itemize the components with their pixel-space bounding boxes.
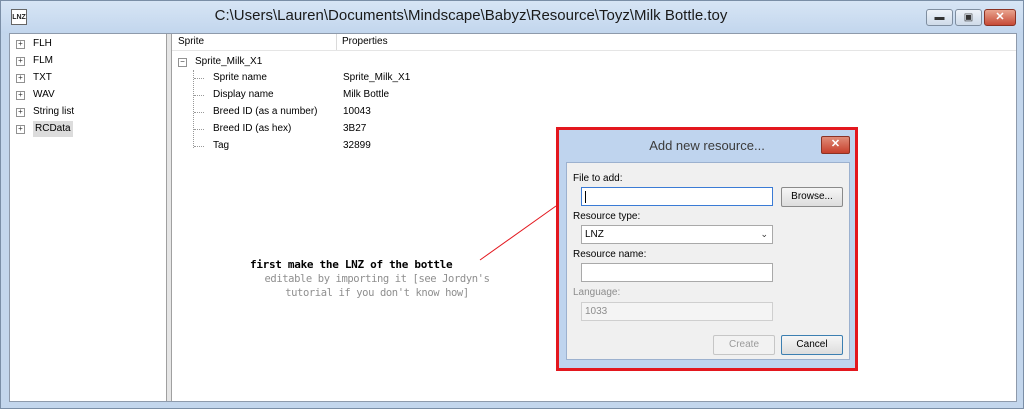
annotation-line: editable by importing it [see Jordyn's xyxy=(264,273,490,285)
language-label: Language: xyxy=(573,287,621,298)
file-to-add-label: File to add: xyxy=(573,173,623,184)
resource-type-label: Resource type: xyxy=(573,211,641,222)
dialog-close-button[interactable]: ✕ xyxy=(821,136,850,154)
create-button[interactable]: Create xyxy=(713,335,775,355)
resource-name-input[interactable] xyxy=(581,263,773,282)
resource-type-select[interactable]: LNZ ⌄ xyxy=(581,225,773,244)
annotation-text-primary: first make the LNZ of the bottle xyxy=(250,258,453,271)
annotation-text-secondary: editable by importing it [see Jordyn's t… xyxy=(232,272,522,300)
add-resource-dialog: Add new resource... ✕ File to add: Brows… xyxy=(559,130,855,368)
file-to-add-input[interactable] xyxy=(581,187,773,206)
browse-button[interactable]: Browse... xyxy=(781,187,843,207)
language-input[interactable]: 1033 xyxy=(581,302,773,321)
resource-name-label: Resource name: xyxy=(573,249,647,260)
language-value: 1033 xyxy=(585,306,608,317)
annotation-line: tutorial if you don't know how] xyxy=(285,287,469,299)
text-caret xyxy=(585,191,586,203)
dialog-body: File to add: Browse... Resource type: LN… xyxy=(566,162,850,360)
annotation-connector-line xyxy=(479,205,557,261)
chevron-down-icon: ⌄ xyxy=(760,229,768,239)
cancel-button[interactable]: Cancel xyxy=(781,335,843,355)
close-icon: ✕ xyxy=(830,138,841,150)
dialog-title: Add new resource... xyxy=(649,138,765,153)
resource-type-value: LNZ xyxy=(585,229,604,240)
